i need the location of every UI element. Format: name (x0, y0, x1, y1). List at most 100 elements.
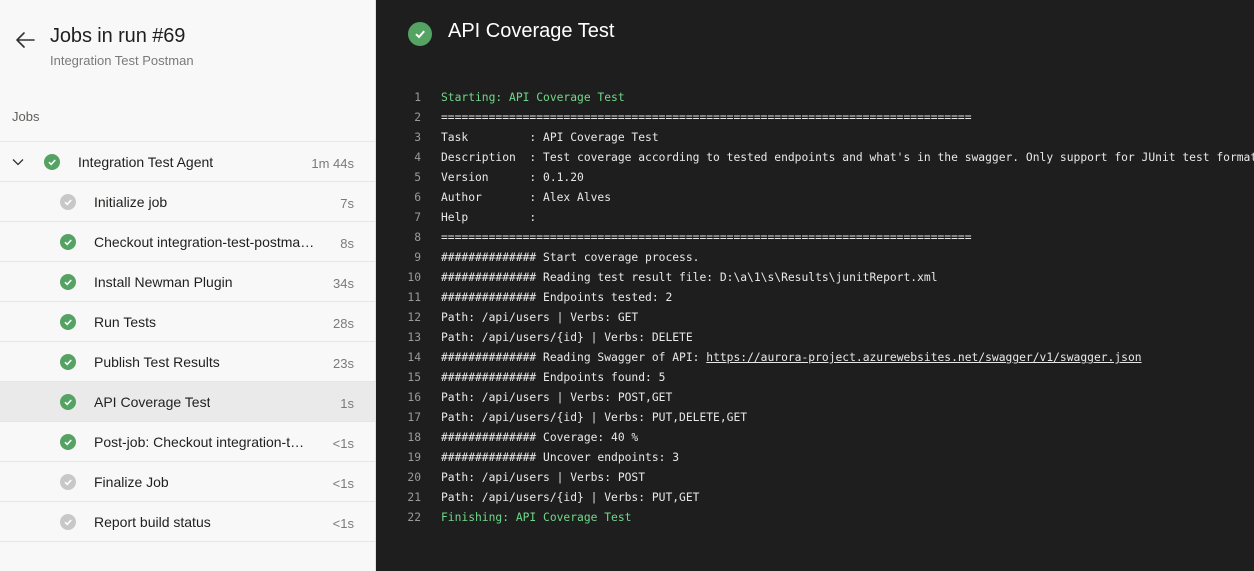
log-text-content: Path: /api/users | Verbs: POST,GET (441, 391, 673, 404)
log-text: Path: /api/users | Verbs: GET (441, 308, 638, 328)
jobs-section-label: Jobs (12, 109, 40, 124)
log-text-content: Finishing: API Coverage Test (441, 511, 632, 524)
check-circle-icon (60, 354, 76, 370)
log-text: Author : Alex Alves (441, 188, 611, 208)
step-label: Report build status (94, 514, 211, 530)
log-text-content: Starting: API Coverage Test (441, 91, 625, 104)
line-number: 5 (414, 171, 421, 184)
step-row[interactable]: API Coverage Test 1s (0, 382, 375, 422)
log-line: 8 =======================================… (376, 228, 1254, 248)
line-number: 17 (407, 411, 421, 424)
line-number: 16 (407, 391, 421, 404)
log-text: Description : Test coverage according to… (441, 148, 1254, 168)
pipeline-name: Integration Test Postman (50, 53, 194, 68)
log-text-content: Author : Alex Alves (441, 191, 612, 204)
line-number: 15 (407, 371, 421, 384)
log-output[interactable]: 1 Starting: API Coverage Test 2 ===========… (376, 88, 1254, 528)
log-line: 7 Help : (376, 208, 1254, 228)
step-title: API Coverage Test (448, 20, 615, 42)
step-duration: 1s (340, 396, 354, 411)
log-text: Version : 0.1.20 (441, 168, 584, 188)
page-title: Jobs in run #69 (50, 25, 186, 47)
step-row[interactable]: Post-job: Checkout integration-t… <1s (0, 422, 375, 462)
log-line: 22 Finishing: API Coverage Test (376, 508, 1254, 528)
step-duration: 23s (333, 356, 354, 371)
line-number: 1 (414, 91, 421, 104)
log-text-content: ############## Endpoints tested: 2 (441, 291, 673, 304)
log-line: 2 =======================================… (376, 108, 1254, 128)
line-number: 6 (414, 191, 421, 204)
log-text: Task : API Coverage Test (441, 128, 659, 148)
log-text-content: Task : API Coverage Test (441, 131, 659, 144)
step-row[interactable]: Initialize job 7s (0, 182, 375, 222)
step-row[interactable]: Report build status <1s (0, 502, 375, 542)
log-text: Path: /api/users/{id} | Verbs: PUT,DELET… (441, 408, 747, 428)
step-label: Install Newman Plugin (94, 274, 233, 290)
check-circle-icon (60, 314, 76, 330)
log-line: 16 Path: /api/users | Verbs: POST,GET (376, 388, 1254, 408)
log-text-content: ========================================… (441, 231, 972, 244)
log-text-content: Path: /api/users/{id} | Verbs: DELETE (441, 331, 693, 344)
log-line: 13 Path: /api/users/{id} | Verbs: DELETE (376, 328, 1254, 348)
step-label: Run Tests (94, 314, 156, 330)
log-line: 4 Description : Test coverage according t… (376, 148, 1254, 168)
log-line: 3 Task : API Coverage Test (376, 128, 1254, 148)
run-header: Jobs in run #69 Integration Test Postman (0, 0, 375, 100)
check-circle-icon (408, 22, 432, 46)
line-number: 18 (407, 431, 421, 444)
step-duration: 28s (333, 316, 354, 331)
line-number: 12 (407, 311, 421, 324)
log-text: ############## Coverage: 40 % (441, 428, 638, 448)
step-duration: 7s (340, 196, 354, 211)
step-row[interactable]: Publish Test Results 23s (0, 342, 375, 382)
log-text-content: ############## Start coverage process. (441, 251, 700, 264)
step-row[interactable]: Finalize Job <1s (0, 462, 375, 502)
back-button[interactable] (13, 28, 37, 52)
log-text-content: Path: /api/users/{id} | Verbs: PUT,GET (441, 491, 700, 504)
line-number: 19 (407, 451, 421, 464)
log-text-content: Path: /api/users | Verbs: POST (441, 471, 646, 484)
check-circle-icon (60, 394, 76, 410)
step-label: Initialize job (94, 194, 168, 210)
log-text-content: Help : (441, 211, 537, 224)
check-circle-icon (60, 194, 76, 210)
line-number: 4 (414, 151, 421, 164)
check-circle-icon (60, 514, 76, 530)
log-text: Path: /api/users/{id} | Verbs: PUT,GET (441, 488, 699, 508)
log-text-content: ############## Reading test result file:… (441, 271, 938, 284)
step-row[interactable]: Run Tests 28s (0, 302, 375, 342)
check-circle-icon (60, 434, 76, 450)
log-line: 6 Author : Alex Alves (376, 188, 1254, 208)
step-duration: <1s (332, 476, 354, 491)
step-duration: 8s (340, 236, 354, 251)
log-text-content: ############## Coverage: 40 % (441, 431, 639, 444)
log-text: ========================================… (441, 108, 972, 128)
log-text: ############## Reading test result file:… (441, 268, 938, 288)
step-duration: <1s (332, 516, 354, 531)
log-text: Path: /api/users | Verbs: POST (441, 468, 645, 488)
log-text-content: Description : Test coverage according to… (441, 151, 1254, 164)
log-text: ############## Reading Swagger of API: h… (441, 348, 1142, 368)
job-label: Integration Test Agent (78, 154, 214, 170)
line-number: 3 (414, 131, 421, 144)
step-duration: 34s (333, 276, 354, 291)
line-number: 14 (407, 351, 421, 364)
step-label: Post-job: Checkout integration-t… (94, 434, 305, 450)
job-row-agent[interactable]: Integration Test Agent 1m 44s (0, 142, 375, 182)
step-label: API Coverage Test (94, 394, 211, 410)
log-text-content: Path: /api/users/{id} | Verbs: PUT,DELET… (441, 411, 748, 424)
line-number: 11 (407, 291, 421, 304)
log-text-content: Path: /api/users | Verbs: GET (441, 311, 639, 324)
line-number: 9 (414, 251, 421, 264)
step-label: Publish Test Results (94, 354, 220, 370)
check-circle-icon (60, 474, 76, 490)
check-circle-icon (60, 234, 76, 250)
log-line: 14 ############## Reading Swagger of API:… (376, 348, 1254, 368)
step-label: Finalize Job (94, 474, 169, 490)
log-line: 12 Path: /api/users | Verbs: GET (376, 308, 1254, 328)
step-row[interactable]: Checkout integration-test-postma… 8s (0, 222, 375, 262)
step-row[interactable]: Install Newman Plugin 34s (0, 262, 375, 302)
log-line: 20 Path: /api/users | Verbs: POST (376, 468, 1254, 488)
swagger-link[interactable]: https://aurora-project.azurewebsites.net… (706, 351, 1141, 364)
chevron-down-icon[interactable] (10, 154, 26, 170)
